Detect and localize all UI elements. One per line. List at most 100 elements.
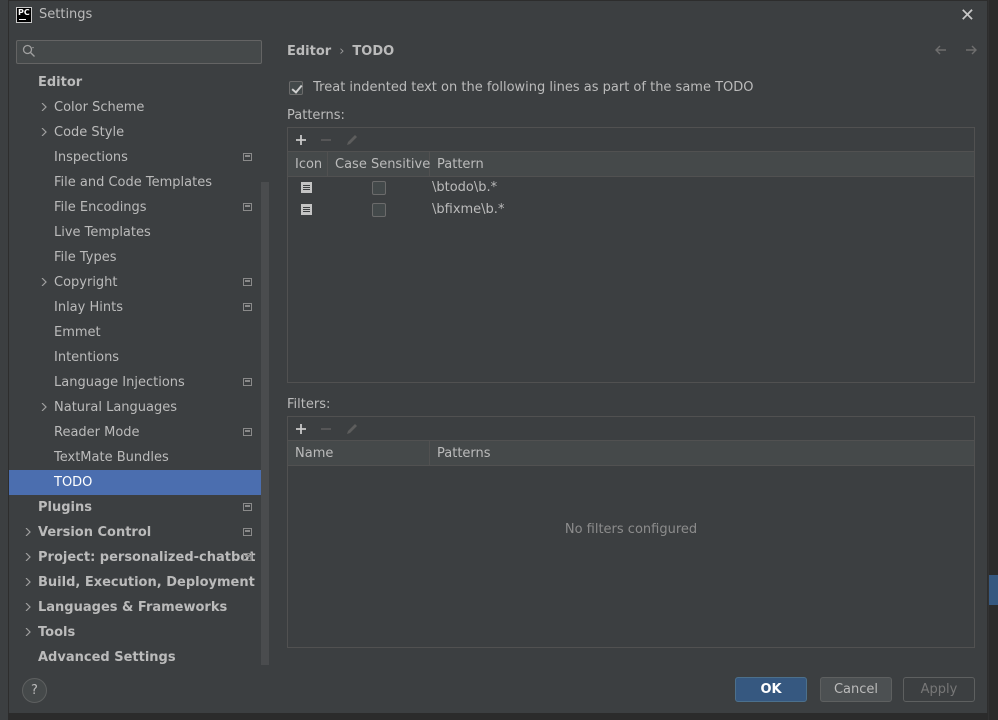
chevron-right-icon[interactable] [24,528,32,536]
sidebar-item-inspections[interactable]: Inspections [9,145,269,170]
pattern-row[interactable]: \bfixme\b.* [288,199,974,221]
patterns-panel: Icon Case Sensitive Pattern \btodo\b.* \b… [287,127,975,383]
project-level-icon [243,428,252,436]
sidebar-item-project-personalized-chatbot[interactable]: Project: personalized-chatbot [9,545,269,570]
sidebar-item-build-execution-deployment[interactable]: Build, Execution, Deployment [9,570,269,595]
chevron-right-icon[interactable] [40,103,48,111]
sidebar-item-tools[interactable]: Tools [9,620,269,645]
add-pattern-icon[interactable] [293,132,309,148]
chevron-right-icon[interactable] [40,278,48,286]
chevron-right-icon[interactable] [24,578,32,586]
sidebar-item-editor[interactable]: Editor [9,70,269,95]
todo-item-icon[interactable] [301,182,312,193]
sidebar-item-label: TextMate Bundles [54,450,169,465]
column-pattern[interactable]: Pattern [430,152,974,177]
filters-panel: Name Patterns No filters configured [287,416,975,648]
search-icon [22,44,35,57]
pattern-text[interactable]: \btodo\b.* [432,177,497,199]
sidebar-item-inlay-hints[interactable]: Inlay Hints [9,295,269,320]
breadcrumb-current: TODO [352,44,395,59]
sidebar-item-plugins[interactable]: Plugins [9,495,269,520]
treat-indented-checkbox[interactable] [289,80,303,95]
edit-filter-icon[interactable] [344,421,360,437]
sidebar-item-reader-mode[interactable]: Reader Mode [9,420,269,445]
case-sensitive-checkbox[interactable] [372,203,386,217]
sidebar-item-languages-frameworks[interactable]: Languages & Frameworks [9,595,269,620]
sidebar-scrollbar[interactable] [261,182,269,665]
settings-search-input[interactable] [16,40,262,64]
project-level-icon [243,553,252,561]
sidebar-item-label: Natural Languages [54,400,178,415]
sidebar-item-label: File Encodings [54,200,147,215]
sidebar-item-label: File and Code Templates [54,175,212,190]
sidebar-item-label: Editor [38,75,83,90]
column-icon[interactable]: Icon [288,152,328,177]
pattern-row[interactable]: \btodo\b.* [288,177,974,199]
add-filter-icon[interactable] [293,421,309,437]
cancel-button[interactable]: Cancel [820,677,892,702]
ok-button[interactable]: OK [735,677,807,702]
sidebar-item-label: Live Templates [54,225,151,240]
column-case-sensitive[interactable]: Case Sensitive [328,152,430,177]
sidebar-item-natural-languages[interactable]: Natural Languages [9,395,269,420]
ide-left-edge [0,0,8,720]
help-button[interactable]: ? [22,678,47,703]
sidebar-item-color-scheme[interactable]: Color Scheme [9,95,269,120]
filters-table: Name Patterns No filters configured [288,441,974,537]
sidebar-item-label: Project: personalized-chatbot [38,550,256,565]
sidebar-item-version-control[interactable]: Version Control [9,520,269,545]
treat-indented-option[interactable]: Treat indented text on the following lin… [289,80,754,95]
chevron-right-icon[interactable] [40,403,48,411]
remove-pattern-icon[interactable] [318,132,334,148]
chevron-right-icon[interactable] [24,553,32,561]
sidebar-item-todo[interactable]: TODO [9,470,269,495]
sidebar-item-emmet[interactable]: Emmet [9,320,269,345]
sidebar-item-label: Intentions [54,350,120,365]
sidebar-item-label: Color Scheme [54,100,145,115]
remove-filter-icon[interactable] [318,421,334,437]
sidebar-item-live-templates[interactable]: Live Templates [9,220,269,245]
patterns-rows: \btodo\b.* \bfixme\b.* [288,177,974,221]
breadcrumb-parent[interactable]: Editor [287,44,331,59]
chevron-right-icon[interactable] [24,628,32,636]
sidebar-item-file-encodings[interactable]: File Encodings [9,195,269,220]
sidebar-item-label: Emmet [54,325,101,340]
settings-dialog: PC Settings ✕ Editor Color Scheme Code Sty… [8,0,988,713]
edit-pattern-icon[interactable] [344,132,360,148]
patterns-table-header: Icon Case Sensitive Pattern [288,152,974,177]
project-level-icon [243,528,252,536]
case-sensitive-checkbox[interactable] [372,181,386,195]
sidebar-item-label: Languages & Frameworks [38,600,228,615]
window-title: Settings [39,7,93,22]
sidebar-item-intentions[interactable]: Intentions [9,345,269,370]
close-icon[interactable]: ✕ [960,5,975,26]
chevron-right-icon[interactable] [24,603,32,611]
breadcrumb-separator: › [339,44,345,59]
forward-arrow-icon[interactable] [963,42,979,58]
project-level-icon [243,378,252,386]
chevron-right-icon[interactable] [40,128,48,136]
sidebar-item-textmate-bundles[interactable]: TextMate Bundles [9,445,269,470]
todo-item-icon[interactable] [301,204,312,215]
project-level-icon [243,203,252,211]
dialog-footer: ? OK Cancel Apply [9,665,987,713]
column-name[interactable]: Name [288,441,430,466]
apply-button[interactable]: Apply [903,677,975,702]
filters-table-header: Name Patterns [288,441,974,466]
column-patterns[interactable]: Patterns [430,441,974,466]
pattern-text[interactable]: \bfixme\b.* [432,199,504,221]
sidebar-item-file-types[interactable]: File Types [9,245,269,270]
patterns-label: Patterns: [287,108,345,123]
todo-settings-panel: Editor › TODO Treat indented text on the f… [271,30,987,665]
sidebar-item-code-style[interactable]: Code Style [9,120,269,145]
treat-indented-label[interactable]: Treat indented text on the following lin… [313,80,753,95]
filters-toolbar [288,417,974,441]
sidebar-item-label: Inlay Hints [54,300,123,315]
sidebar-item-file-and-code-templates[interactable]: File and Code Templates [9,170,269,195]
sidebar-item-language-injections[interactable]: Language Injections [9,370,269,395]
sidebar-item-copyright[interactable]: Copyright [9,270,269,295]
patterns-toolbar [288,128,974,152]
filters-empty-message: No filters configured [564,522,698,537]
sidebar-item-label: Copyright [54,275,118,290]
back-arrow-icon[interactable] [933,42,949,58]
